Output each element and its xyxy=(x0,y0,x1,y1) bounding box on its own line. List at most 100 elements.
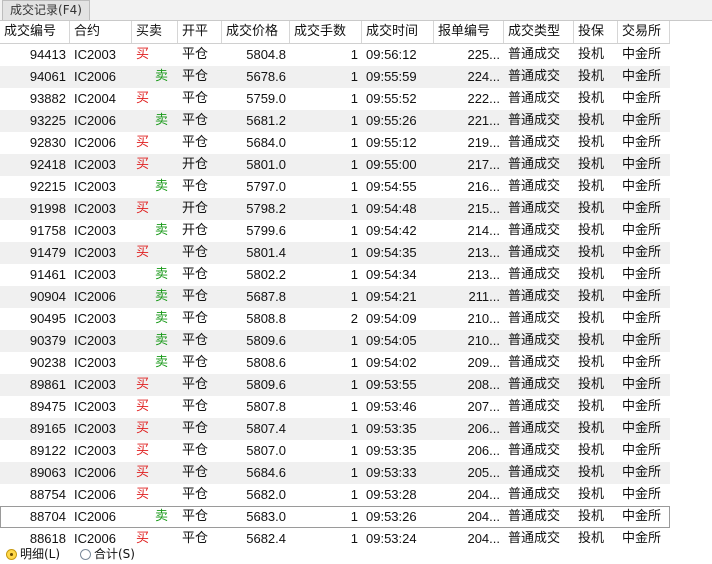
cell-exchange: 中金所 xyxy=(622,201,662,216)
cell-direction: 买 xyxy=(136,47,150,62)
table-row[interactable]: 92830 IC2006 买 平仓 5684.0 1 09:55:12 219... 普通成交 投… xyxy=(0,132,670,154)
radio-summary[interactable]: 合计(S) xyxy=(80,544,135,564)
col-header-contract[interactable]: 合约 xyxy=(70,21,132,43)
table-row[interactable]: 89475 IC2003 买 平仓 5807.8 1 09:53:46 207... 普通成交 投… xyxy=(0,396,670,418)
cell-contract: IC2003 xyxy=(74,267,116,282)
cell-exchange: 中金所 xyxy=(622,135,662,150)
table-row[interactable]: 91461 IC2003 卖平仓 5802.2 1 09:54:34 213... 普通成交 投… xyxy=(0,264,670,286)
cell-volume: 1 xyxy=(350,113,358,128)
cell-offset: 平仓 xyxy=(182,509,209,524)
cell-volume: 1 xyxy=(350,421,358,436)
cell-trade-type: 普通成交 xyxy=(508,113,561,128)
table-row[interactable]: 92215 IC2003 卖平仓 5797.0 1 09:54:55 216... 普通成交 投… xyxy=(0,176,670,198)
cell-order-id: 211... xyxy=(468,289,500,304)
cell-direction: 卖 xyxy=(154,289,168,304)
radio-summary-indicator[interactable] xyxy=(80,548,91,560)
col-header-price[interactable]: 成交价格 xyxy=(222,21,290,43)
table-row[interactable]: 91758 IC2003 卖开仓 5799.6 1 09:54:42 214... 普通成交 投… xyxy=(0,220,670,242)
cell-trade-id: 89165 xyxy=(29,421,66,436)
radio-detail[interactable]: 明细(L) xyxy=(6,544,60,564)
cell-time: 09:53:46 xyxy=(366,399,417,414)
cell-hedge: 投机 xyxy=(578,443,605,458)
cell-order-id: 224... xyxy=(467,69,500,84)
cell-direction: 买 xyxy=(136,135,150,150)
cell-hedge: 投机 xyxy=(578,399,605,414)
cell-direction: 卖 xyxy=(154,311,168,326)
table-row[interactable]: 89063 IC2006 买 平仓 5684.6 1 09:53:33 205... 普通成交 投… xyxy=(0,462,670,484)
cell-price: 5804.8 xyxy=(246,47,286,62)
cell-order-id: 207... xyxy=(467,399,500,414)
col-header-exchange[interactable]: 交易所 xyxy=(618,21,670,43)
cell-order-id: 204... xyxy=(467,509,500,524)
cell-hedge: 投机 xyxy=(578,223,605,238)
table-row[interactable]: 90495 IC2003 卖平仓 5808.8 2 09:54:09 210... 普通成交 投… xyxy=(0,308,670,330)
cell-time: 09:55:52 xyxy=(366,91,417,106)
cell-trade-type: 普通成交 xyxy=(508,443,561,458)
col-header-trade-type[interactable]: 成交类型 xyxy=(504,21,574,43)
cell-trade-id: 90238 xyxy=(29,355,66,370)
table-row[interactable]: 89165 IC2003 买 平仓 5807.4 1 09:53:35 206... 普通成交 投… xyxy=(0,418,670,440)
table-row[interactable]: 90904 IC2006 卖平仓 5687.8 1 09:54:21 211... 普通成交 投… xyxy=(0,286,670,308)
cell-exchange: 中金所 xyxy=(622,509,662,524)
table-row[interactable]: 88704 IC2006 卖平仓 5683.0 1 09:53:26 204... 普通成交 投… xyxy=(0,506,670,528)
col-header-offset[interactable]: 开平 xyxy=(178,21,222,43)
cell-trade-type: 普通成交 xyxy=(508,487,561,502)
table-row[interactable]: 90379 IC2003 卖平仓 5809.6 1 09:54:05 210... 普通成交 投… xyxy=(0,330,670,352)
cell-hedge: 投机 xyxy=(578,245,605,260)
col-header-volume[interactable]: 成交手数 xyxy=(290,21,362,43)
table-row[interactable]: 88754 IC2006 买 平仓 5682.0 1 09:53:28 204... 普通成交 投… xyxy=(0,484,670,506)
cell-contract: IC2006 xyxy=(74,69,116,84)
cell-trade-id: 89122 xyxy=(29,443,66,458)
cell-trade-type: 普通成交 xyxy=(508,245,561,260)
cell-offset: 平仓 xyxy=(182,421,209,436)
cell-volume: 1 xyxy=(350,377,358,392)
cell-volume: 1 xyxy=(350,399,358,414)
table-row[interactable]: 92418 IC2003 买 开仓 5801.0 1 09:55:00 217... 普通成交 投… xyxy=(0,154,670,176)
cell-time: 09:56:12 xyxy=(366,47,417,62)
cell-trade-type: 普通成交 xyxy=(508,91,561,106)
cell-hedge: 投机 xyxy=(578,47,605,62)
col-header-order-id[interactable]: 报单编号 xyxy=(434,21,504,43)
table-row[interactable]: 90238 IC2003 卖平仓 5808.6 1 09:54:02 209... 普通成交 投… xyxy=(0,352,670,374)
cell-trade-id: 90495 xyxy=(29,311,66,326)
cell-order-id: 219... xyxy=(467,135,500,150)
cell-time: 09:53:28 xyxy=(366,487,417,502)
table-row[interactable]: 91998 IC2003 买 开仓 5798.2 1 09:54:48 215... 普通成交 投… xyxy=(0,198,670,220)
cell-price: 5807.4 xyxy=(246,421,286,436)
tab-trade-records[interactable]: 成交记录(F4) xyxy=(2,0,90,20)
table-row[interactable]: 94413 IC2003 买 平仓 5804.8 1 09:56:12 225... 普通成交 投… xyxy=(0,44,670,66)
cell-offset: 开仓 xyxy=(182,157,209,172)
cell-trade-id: 92215 xyxy=(29,179,66,194)
cell-order-id: 208... xyxy=(467,377,500,392)
table-row[interactable]: 89861 IC2003 买 平仓 5809.6 1 09:53:55 208... 普通成交 投… xyxy=(0,374,670,396)
col-header-direction[interactable]: 买卖 xyxy=(132,21,178,43)
col-header-time[interactable]: 成交时间 xyxy=(362,21,434,43)
cell-volume: 1 xyxy=(350,443,358,458)
cell-trade-id: 88754 xyxy=(29,487,66,502)
cell-price: 5801.4 xyxy=(246,245,286,260)
cell-trade-type: 普通成交 xyxy=(508,333,561,348)
table-row[interactable]: 93882 IC2004 买 平仓 5759.0 1 09:55:52 222... 普通成交 投… xyxy=(0,88,670,110)
col-header-trade-id[interactable]: 成交编号 xyxy=(0,21,70,43)
cell-time: 09:53:35 xyxy=(366,421,417,436)
table-row[interactable]: 89122 IC2003 买 平仓 5807.0 1 09:53:35 206... 普通成交 投… xyxy=(0,440,670,462)
cell-time: 09:54:21 xyxy=(366,289,417,304)
cell-trade-id: 93225 xyxy=(29,113,66,128)
table-row[interactable]: 91479 IC2003 买 平仓 5801.4 1 09:54:35 213... 普通成交 投… xyxy=(0,242,670,264)
cell-price: 5798.2 xyxy=(246,201,286,216)
table-row[interactable]: 93225 IC2006 卖平仓 5681.2 1 09:55:26 221... 普通成交 投… xyxy=(0,110,670,132)
cell-trade-type: 普通成交 xyxy=(508,135,561,150)
radio-detail-indicator[interactable] xyxy=(6,548,17,560)
cell-time: 09:54:09 xyxy=(366,311,417,326)
cell-direction: 买 xyxy=(136,399,150,414)
col-header-hedge[interactable]: 投保 xyxy=(574,21,618,43)
cell-trade-type: 普通成交 xyxy=(508,157,561,172)
cell-order-id: 210... xyxy=(467,311,500,326)
table-row[interactable]: 94061 IC2006 卖平仓 5678.6 1 09:55:59 224... 普通成交 投… xyxy=(0,66,670,88)
cell-contract: IC2004 xyxy=(74,91,116,106)
cell-hedge: 投机 xyxy=(578,311,605,326)
cell-order-id: 225... xyxy=(467,47,500,62)
cell-hedge: 投机 xyxy=(578,421,605,436)
cell-offset: 平仓 xyxy=(182,487,209,502)
cell-trade-type: 普通成交 xyxy=(508,509,561,524)
